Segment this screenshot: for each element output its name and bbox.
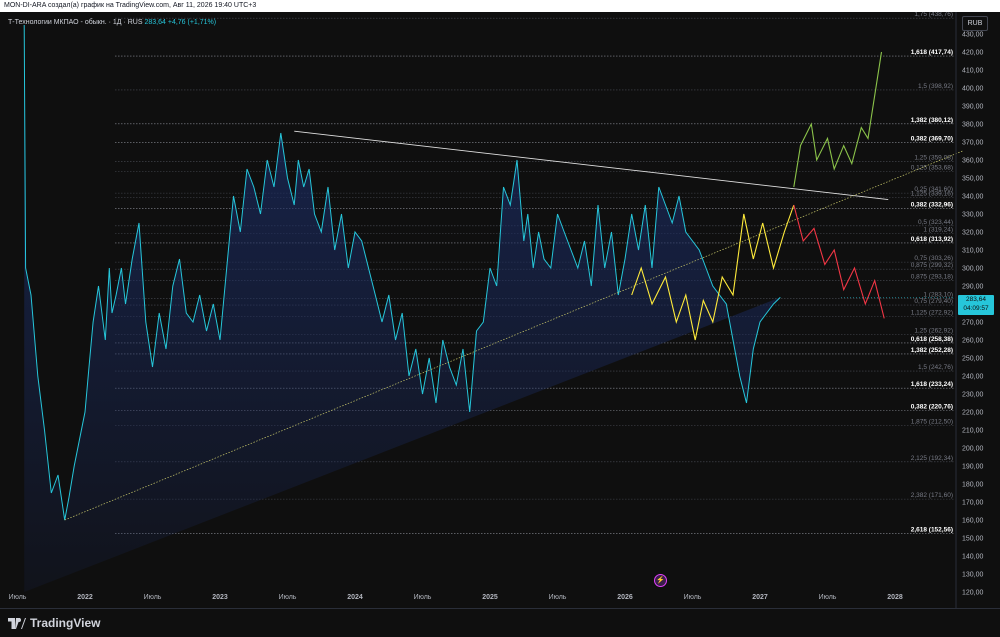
y-tick-label: 330,00 bbox=[962, 212, 984, 219]
fib-level-label: 0,75 (279,40) bbox=[914, 298, 953, 305]
last-price-value: 283,64 bbox=[966, 296, 986, 303]
x-tick-label: 2027 bbox=[752, 594, 768, 601]
author-line: MON-DI-ARA создал(а) график на TradingVi… bbox=[4, 2, 257, 9]
bar-countdown: 04:09:57 bbox=[963, 305, 989, 312]
symbol-name: Т-Технологии МКПАО - обыкн. bbox=[8, 19, 107, 26]
y-tick-label: 140,00 bbox=[962, 554, 984, 561]
y-tick-label: 130,00 bbox=[962, 572, 984, 579]
y-tick-label: 210,00 bbox=[962, 428, 984, 435]
fib-level-label: 0,875 (293,18) bbox=[911, 273, 953, 280]
chart-attribution-bar: MON-DI-ARA создал(а) график на TradingVi… bbox=[0, 0, 1000, 12]
y-tick-label: 220,00 bbox=[962, 410, 984, 417]
y-tick-label: 200,00 bbox=[962, 446, 984, 453]
tradingview-logo[interactable]: TradingView bbox=[8, 616, 100, 630]
lightning-icon[interactable]: ⚡ bbox=[654, 574, 667, 587]
fib-level-label: 1,618 (417,74) bbox=[911, 49, 953, 56]
x-tick-label: Июль bbox=[414, 594, 432, 601]
fib-level-label: 0,875 (299,32) bbox=[911, 262, 953, 269]
fib-level-label: 1,5 (242,76) bbox=[918, 364, 953, 371]
fib-level-label: 1,382 (252,28) bbox=[911, 347, 953, 354]
x-tick-label: Июль bbox=[684, 594, 702, 601]
price-chart[interactable]: 120,00 130,00 140,00 150,00 160,00 170,00 180,… bbox=[0, 12, 1000, 608]
bottom-bar: TradingView bbox=[0, 608, 1000, 637]
fib-level-label: 0,382 (220,76) bbox=[911, 404, 953, 411]
x-tick-label: 2025 bbox=[482, 594, 498, 601]
x-tick-label: Июль bbox=[279, 594, 297, 601]
x-tick-label: Июль bbox=[9, 594, 27, 601]
fib-level-label: 1,25 (359,08) bbox=[914, 155, 953, 162]
fib-level-label: 0,75 (303,26) bbox=[914, 255, 953, 262]
y-tick-label: 420,00 bbox=[962, 50, 984, 57]
fib-level-label: 1,125 (339,16) bbox=[911, 191, 953, 198]
x-tick-label: Июль bbox=[819, 594, 837, 601]
y-tick-label: 170,00 bbox=[962, 500, 984, 507]
x-tick-label: 2023 bbox=[212, 594, 228, 601]
x-tick-label: Июль bbox=[144, 594, 162, 601]
symbol-exchange: RUS bbox=[127, 19, 143, 26]
fib-level-label: 1,382 (380,12) bbox=[911, 117, 953, 124]
fib-level-label: 0,125 (353,68) bbox=[911, 164, 953, 171]
fib-level-label: 1,75 (438,76) bbox=[914, 12, 953, 18]
fib-level-label: 0,618 (313,92) bbox=[911, 236, 953, 243]
y-tick-label: 390,00 bbox=[962, 104, 984, 111]
y-tick-label: 190,00 bbox=[962, 464, 984, 471]
fib-level-label: 0,618 (258,38) bbox=[911, 336, 953, 343]
fib-level-label: 1,5 (398,92) bbox=[918, 83, 953, 90]
x-tick-label: 2026 bbox=[617, 594, 633, 601]
x-tick-label: 2028 bbox=[887, 594, 903, 601]
symbol-price: 283,64 bbox=[144, 19, 166, 26]
y-tick-label: 120,00 bbox=[962, 590, 984, 597]
last-price-tag: 283,64 04:09:57 bbox=[958, 295, 994, 315]
fib-level-label: 1,618 (233,24) bbox=[911, 381, 953, 388]
currency-button[interactable]: RUB bbox=[962, 16, 988, 31]
y-tick-label: 410,00 bbox=[962, 68, 984, 75]
fib-level-label: 0,382 (332,96) bbox=[911, 202, 953, 209]
fib-level-label: 1,875 (212,50) bbox=[911, 419, 953, 426]
y-tick-label: 380,00 bbox=[962, 122, 984, 129]
y-tick-label: 300,00 bbox=[962, 266, 984, 273]
fib-level-label: 2,618 (152,56) bbox=[911, 526, 953, 533]
y-tick-label: 360,00 bbox=[962, 158, 984, 165]
symbol-interval: 1Д bbox=[112, 19, 122, 26]
y-tick-label: 320,00 bbox=[962, 230, 984, 237]
y-tick-label: 240,00 bbox=[962, 374, 984, 381]
y-tick-label: 250,00 bbox=[962, 356, 984, 363]
y-tick-label: 430,00 bbox=[962, 32, 984, 39]
fib-level-label: 2,382 (171,60) bbox=[911, 492, 953, 499]
fib-level-label: 1 (319,24) bbox=[923, 226, 953, 233]
y-tick-label: 350,00 bbox=[962, 176, 984, 183]
y-tick-label: 260,00 bbox=[962, 338, 984, 345]
fib-level-label: 0,382 (369,70) bbox=[911, 136, 953, 143]
y-tick-label: 290,00 bbox=[962, 284, 984, 291]
y-tick-label: 180,00 bbox=[962, 482, 984, 489]
tradingview-logo-icon bbox=[8, 617, 26, 629]
fib-level-label: 0,5 (323,44) bbox=[918, 219, 953, 226]
y-tick-label: 270,00 bbox=[962, 320, 984, 327]
y-tick-label: 310,00 bbox=[962, 248, 984, 255]
x-tick-label: 2022 bbox=[77, 594, 93, 601]
y-tick-label: 150,00 bbox=[962, 536, 984, 543]
symbol-legend[interactable]: Т-Технологии МКПАО - обыкн. · 1Д · RUS 2… bbox=[8, 19, 216, 26]
fib-level-label: 2,125 (192,34) bbox=[911, 455, 953, 462]
y-tick-label: 400,00 bbox=[962, 86, 984, 93]
tradingview-logo-text: TradingView bbox=[30, 616, 101, 630]
y-tick-label: 160,00 bbox=[962, 518, 984, 525]
fib-level-label: 1,25 (262,92) bbox=[914, 328, 953, 335]
y-tick-label: 370,00 bbox=[962, 140, 984, 147]
x-tick-label: Июль bbox=[549, 594, 567, 601]
y-tick-label: 230,00 bbox=[962, 392, 984, 399]
symbol-change: +4,76 (+1,71%) bbox=[167, 19, 217, 26]
y-tick-label: 340,00 bbox=[962, 194, 984, 201]
fib-level-label: 1,125 (272,92) bbox=[911, 310, 953, 317]
x-tick-label: 2024 bbox=[347, 594, 363, 601]
